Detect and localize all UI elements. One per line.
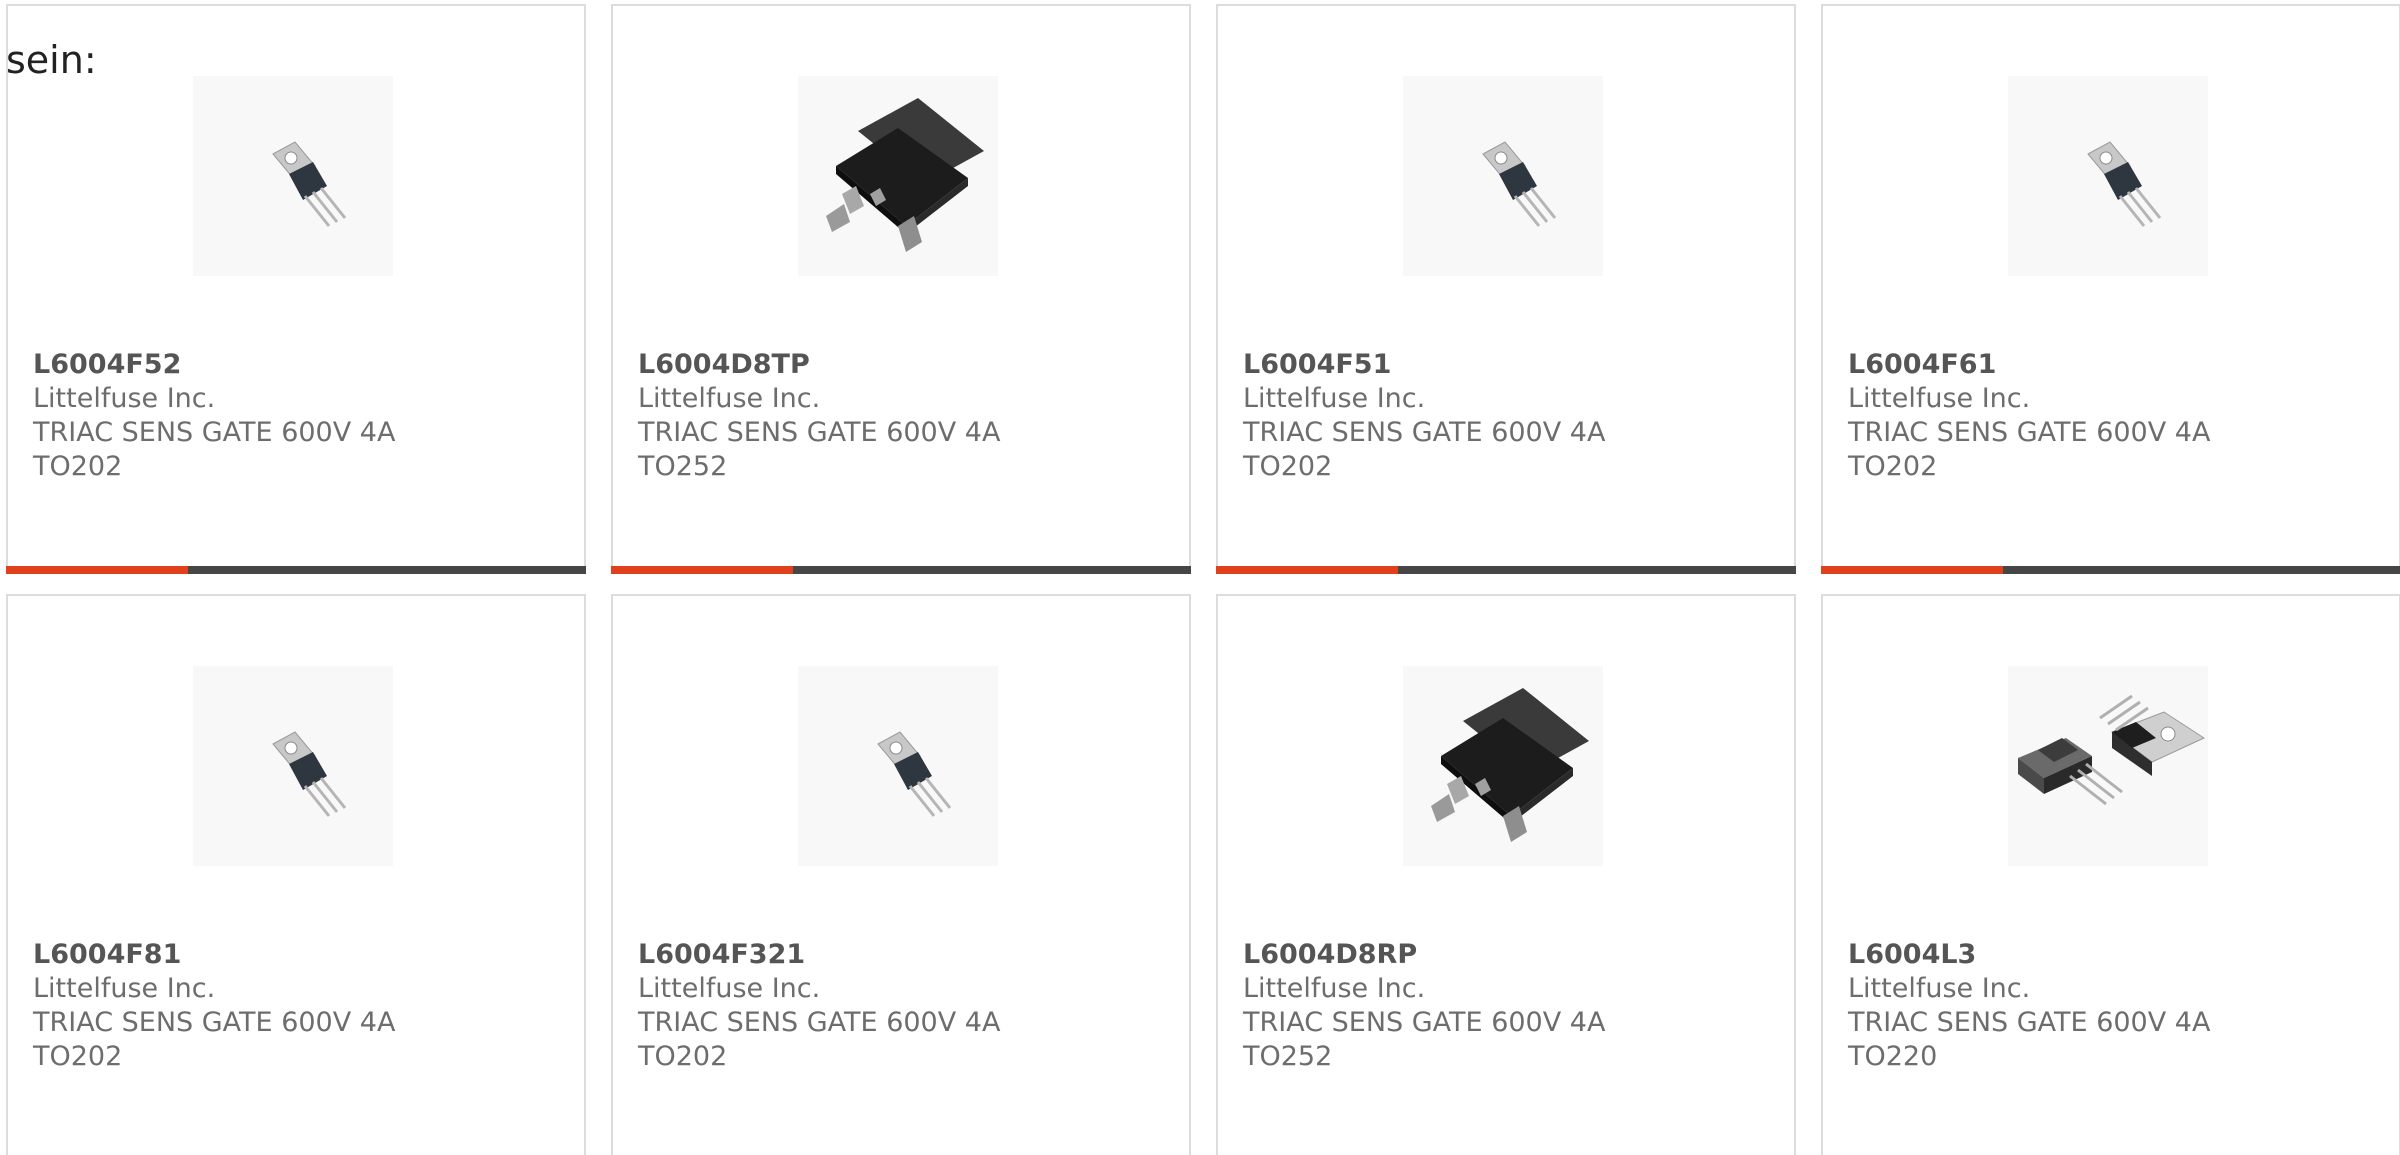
card-accent-bar xyxy=(6,566,188,574)
manufacturer-label: Littelfuse Inc. xyxy=(33,383,216,414)
part-number-link[interactable]: L6004F52 xyxy=(33,348,395,382)
product-card[interactable]: L6004L3 Littelfuse Inc. TRIAC SENS GATE … xyxy=(1821,594,2400,1155)
manufacturer-label: Littelfuse Inc. xyxy=(638,973,821,1004)
description-label: TRIAC SENS GATE 600V 4A xyxy=(638,417,1001,448)
card-bottom-bar xyxy=(6,566,586,574)
to202-package-icon xyxy=(1443,116,1563,236)
part-number-link[interactable]: L6004D8RP xyxy=(1243,938,1605,972)
manufacturer-label: Littelfuse Inc. xyxy=(33,973,216,1004)
to252-package-icon xyxy=(1403,666,1603,866)
product-card[interactable]: L6004F52 Littelfuse Inc. TRIAC SENS GATE… xyxy=(6,4,586,574)
card-accent-bar xyxy=(1216,566,1398,574)
product-card[interactable]: L6004F61 Littelfuse Inc. TRIAC SENS GATE… xyxy=(1821,4,2400,574)
package-label: TO202 xyxy=(1243,451,1333,482)
to202-package-icon xyxy=(233,116,353,236)
package-label: TO202 xyxy=(638,1041,728,1072)
product-card[interactable]: L6004F51 Littelfuse Inc. TRIAC SENS GATE… xyxy=(1216,4,1796,574)
to202-package-icon xyxy=(233,706,353,826)
product-image[interactable] xyxy=(2008,76,2208,276)
product-image[interactable] xyxy=(1403,666,1603,866)
to220-package-icon xyxy=(2008,666,2208,866)
card-bottom-bar xyxy=(1216,566,1796,574)
description-label: TRIAC SENS GATE 600V 4A xyxy=(1243,417,1606,448)
product-image[interactable] xyxy=(1403,76,1603,276)
product-image[interactable] xyxy=(798,666,998,866)
product-image[interactable] xyxy=(193,666,393,866)
to202-package-icon xyxy=(838,706,958,826)
product-info: L6004F51 Littelfuse Inc. TRIAC SENS GATE… xyxy=(1243,348,1605,484)
product-info: L6004D8TP Littelfuse Inc. TRIAC SENS GAT… xyxy=(638,348,1000,484)
product-info: L6004F81 Littelfuse Inc. TRIAC SENS GATE… xyxy=(33,938,395,1074)
product-card[interactable]: L6004F81 Littelfuse Inc. TRIAC SENS GATE… xyxy=(6,594,586,1155)
manufacturer-label: Littelfuse Inc. xyxy=(1848,383,2031,414)
description-label: TRIAC SENS GATE 600V 4A xyxy=(1848,1007,2211,1038)
product-info: L6004F321 Littelfuse Inc. TRIAC SENS GAT… xyxy=(638,938,1000,1074)
product-info: L6004F52 Littelfuse Inc. TRIAC SENS GATE… xyxy=(33,348,395,484)
product-image[interactable] xyxy=(798,76,998,276)
package-label: TO220 xyxy=(1848,1041,1938,1072)
part-number-link[interactable]: L6004F51 xyxy=(1243,348,1605,382)
package-label: TO202 xyxy=(1848,451,1938,482)
manufacturer-label: Littelfuse Inc. xyxy=(638,383,821,414)
part-number-link[interactable]: L6004F321 xyxy=(638,938,1000,972)
package-label: TO202 xyxy=(33,1041,123,1072)
to202-package-icon xyxy=(2048,116,2168,236)
manufacturer-label: Littelfuse Inc. xyxy=(1243,383,1426,414)
intro-text: sein: xyxy=(6,38,97,82)
card-accent-bar xyxy=(1821,566,2003,574)
card-accent-bar xyxy=(611,566,793,574)
part-number-link[interactable]: L6004F61 xyxy=(1848,348,2210,382)
part-number-link[interactable]: L6004L3 xyxy=(1848,938,2210,972)
package-label: TO252 xyxy=(1243,1041,1333,1072)
description-label: TRIAC SENS GATE 600V 4A xyxy=(638,1007,1001,1038)
description-label: TRIAC SENS GATE 600V 4A xyxy=(1243,1007,1606,1038)
package-label: TO252 xyxy=(638,451,728,482)
description-label: TRIAC SENS GATE 600V 4A xyxy=(1848,417,2211,448)
package-label: TO202 xyxy=(33,451,123,482)
card-bottom-bar xyxy=(1821,566,2400,574)
manufacturer-label: Littelfuse Inc. xyxy=(1243,973,1426,1004)
product-card[interactable]: L6004D8RP Littelfuse Inc. TRIAC SENS GAT… xyxy=(1216,594,1796,1155)
product-image[interactable] xyxy=(193,76,393,276)
manufacturer-label: Littelfuse Inc. xyxy=(1848,973,2031,1004)
product-grid: L6004F52 Littelfuse Inc. TRIAC SENS GATE… xyxy=(6,4,2400,1155)
part-number-link[interactable]: L6004F81 xyxy=(33,938,395,972)
product-listing-page: sein: L6004F52 Littelfuse Inc. TRIAC SEN… xyxy=(0,0,2400,1155)
description-label: TRIAC SENS GATE 600V 4A xyxy=(33,417,396,448)
product-card[interactable]: L6004F321 Littelfuse Inc. TRIAC SENS GAT… xyxy=(611,594,1191,1155)
product-card[interactable]: L6004D8TP Littelfuse Inc. TRIAC SENS GAT… xyxy=(611,4,1191,574)
part-number-link[interactable]: L6004D8TP xyxy=(638,348,1000,382)
description-label: TRIAC SENS GATE 600V 4A xyxy=(33,1007,396,1038)
product-info: L6004F61 Littelfuse Inc. TRIAC SENS GATE… xyxy=(1848,348,2210,484)
product-image[interactable] xyxy=(2008,666,2208,866)
product-info: L6004D8RP Littelfuse Inc. TRIAC SENS GAT… xyxy=(1243,938,1605,1074)
product-info: L6004L3 Littelfuse Inc. TRIAC SENS GATE … xyxy=(1848,938,2210,1074)
to252-package-icon xyxy=(798,76,998,276)
card-bottom-bar xyxy=(611,566,1191,574)
